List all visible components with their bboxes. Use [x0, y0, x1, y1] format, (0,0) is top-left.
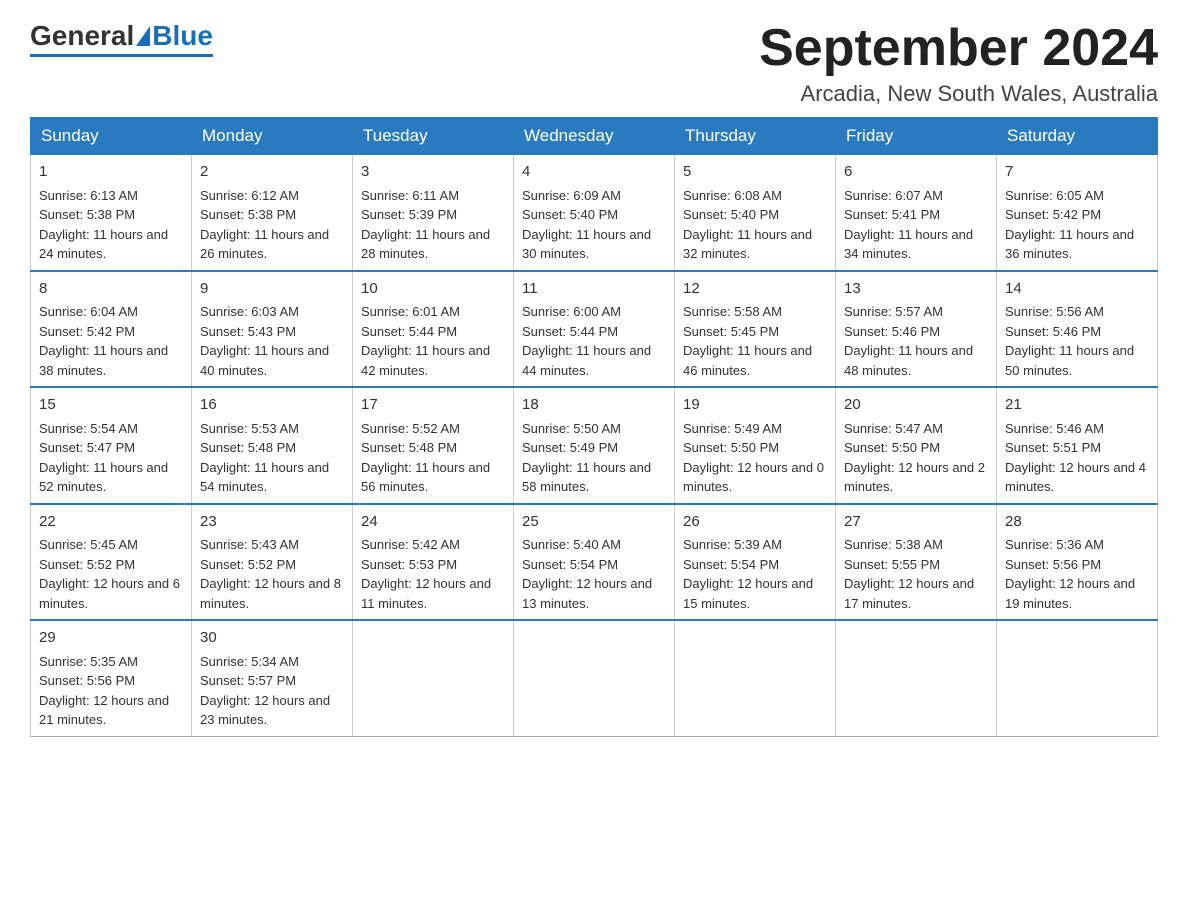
- title-section: September 2024 Arcadia, New South Wales,…: [759, 20, 1158, 107]
- calendar-cell: 14Sunrise: 5:56 AMSunset: 5:46 PMDayligh…: [997, 271, 1158, 388]
- calendar-cell: 16Sunrise: 5:53 AMSunset: 5:48 PMDayligh…: [192, 387, 353, 504]
- calendar-cell: 10Sunrise: 6:01 AMSunset: 5:44 PMDayligh…: [353, 271, 514, 388]
- day-number: 10: [361, 278, 505, 301]
- calendar-cell: 17Sunrise: 5:52 AMSunset: 5:48 PMDayligh…: [353, 387, 514, 504]
- day-number: 13: [844, 278, 988, 301]
- day-number: 9: [200, 278, 344, 301]
- logo-underline: [30, 54, 213, 57]
- calendar-cell: 25Sunrise: 5:40 AMSunset: 5:54 PMDayligh…: [514, 504, 675, 621]
- logo-blue-text: Blue: [152, 20, 213, 52]
- calendar-week-row: 1Sunrise: 6:13 AMSunset: 5:38 PMDaylight…: [31, 155, 1158, 271]
- calendar-cell: 24Sunrise: 5:42 AMSunset: 5:53 PMDayligh…: [353, 504, 514, 621]
- day-number: 14: [1005, 278, 1149, 301]
- day-of-week-header: Wednesday: [514, 118, 675, 155]
- location-subtitle: Arcadia, New South Wales, Australia: [759, 81, 1158, 107]
- day-number: 2: [200, 161, 344, 184]
- calendar-cell: 29Sunrise: 5:35 AMSunset: 5:56 PMDayligh…: [31, 620, 192, 736]
- calendar-cell: 18Sunrise: 5:50 AMSunset: 5:49 PMDayligh…: [514, 387, 675, 504]
- calendar-cell: 8Sunrise: 6:04 AMSunset: 5:42 PMDaylight…: [31, 271, 192, 388]
- calendar-week-row: 8Sunrise: 6:04 AMSunset: 5:42 PMDaylight…: [31, 271, 1158, 388]
- calendar-week-row: 22Sunrise: 5:45 AMSunset: 5:52 PMDayligh…: [31, 504, 1158, 621]
- calendar-cell: 12Sunrise: 5:58 AMSunset: 5:45 PMDayligh…: [675, 271, 836, 388]
- calendar-cell: 30Sunrise: 5:34 AMSunset: 5:57 PMDayligh…: [192, 620, 353, 736]
- calendar-cell: 28Sunrise: 5:36 AMSunset: 5:56 PMDayligh…: [997, 504, 1158, 621]
- day-number: 16: [200, 394, 344, 417]
- calendar-cell: 20Sunrise: 5:47 AMSunset: 5:50 PMDayligh…: [836, 387, 997, 504]
- day-number: 20: [844, 394, 988, 417]
- calendar-cell: [514, 620, 675, 736]
- calendar-cell: 19Sunrise: 5:49 AMSunset: 5:50 PMDayligh…: [675, 387, 836, 504]
- day-number: 11: [522, 278, 666, 301]
- day-number: 24: [361, 511, 505, 534]
- day-number: 15: [39, 394, 183, 417]
- calendar-cell: 13Sunrise: 5:57 AMSunset: 5:46 PMDayligh…: [836, 271, 997, 388]
- calendar-cell: 4Sunrise: 6:09 AMSunset: 5:40 PMDaylight…: [514, 155, 675, 271]
- calendar-cell: [353, 620, 514, 736]
- calendar-cell: 2Sunrise: 6:12 AMSunset: 5:38 PMDaylight…: [192, 155, 353, 271]
- day-number: 22: [39, 511, 183, 534]
- calendar-cell: 26Sunrise: 5:39 AMSunset: 5:54 PMDayligh…: [675, 504, 836, 621]
- calendar-cell: 27Sunrise: 5:38 AMSunset: 5:55 PMDayligh…: [836, 504, 997, 621]
- calendar-cell: 15Sunrise: 5:54 AMSunset: 5:47 PMDayligh…: [31, 387, 192, 504]
- day-number: 5: [683, 161, 827, 184]
- calendar-cell: 5Sunrise: 6:08 AMSunset: 5:40 PMDaylight…: [675, 155, 836, 271]
- day-number: 17: [361, 394, 505, 417]
- calendar-cell: [997, 620, 1158, 736]
- day-of-week-header: Monday: [192, 118, 353, 155]
- logo: General Blue: [30, 20, 213, 57]
- calendar-week-row: 15Sunrise: 5:54 AMSunset: 5:47 PMDayligh…: [31, 387, 1158, 504]
- day-number: 29: [39, 627, 183, 650]
- day-number: 1: [39, 161, 183, 184]
- day-number: 26: [683, 511, 827, 534]
- day-of-week-header: Sunday: [31, 118, 192, 155]
- calendar-cell: 6Sunrise: 6:07 AMSunset: 5:41 PMDaylight…: [836, 155, 997, 271]
- day-number: 23: [200, 511, 344, 534]
- calendar-week-row: 29Sunrise: 5:35 AMSunset: 5:56 PMDayligh…: [31, 620, 1158, 736]
- day-number: 28: [1005, 511, 1149, 534]
- day-number: 19: [683, 394, 827, 417]
- day-number: 30: [200, 627, 344, 650]
- day-of-week-header: Thursday: [675, 118, 836, 155]
- calendar-table: SundayMondayTuesdayWednesdayThursdayFrid…: [30, 117, 1158, 737]
- day-number: 25: [522, 511, 666, 534]
- calendar-cell: 21Sunrise: 5:46 AMSunset: 5:51 PMDayligh…: [997, 387, 1158, 504]
- calendar-cell: 3Sunrise: 6:11 AMSunset: 5:39 PMDaylight…: [353, 155, 514, 271]
- day-number: 3: [361, 161, 505, 184]
- day-of-week-header: Tuesday: [353, 118, 514, 155]
- day-number: 21: [1005, 394, 1149, 417]
- calendar-cell: 1Sunrise: 6:13 AMSunset: 5:38 PMDaylight…: [31, 155, 192, 271]
- day-number: 6: [844, 161, 988, 184]
- day-number: 4: [522, 161, 666, 184]
- day-number: 27: [844, 511, 988, 534]
- day-number: 7: [1005, 161, 1149, 184]
- calendar-cell: 23Sunrise: 5:43 AMSunset: 5:52 PMDayligh…: [192, 504, 353, 621]
- day-number: 12: [683, 278, 827, 301]
- calendar-cell: [675, 620, 836, 736]
- calendar-cell: 22Sunrise: 5:45 AMSunset: 5:52 PMDayligh…: [31, 504, 192, 621]
- calendar-cell: 9Sunrise: 6:03 AMSunset: 5:43 PMDaylight…: [192, 271, 353, 388]
- calendar-header-row: SundayMondayTuesdayWednesdayThursdayFrid…: [31, 118, 1158, 155]
- day-number: 18: [522, 394, 666, 417]
- day-of-week-header: Friday: [836, 118, 997, 155]
- logo-general-text: General: [30, 20, 134, 52]
- day-of-week-header: Saturday: [997, 118, 1158, 155]
- calendar-cell: [836, 620, 997, 736]
- calendar-cell: 11Sunrise: 6:00 AMSunset: 5:44 PMDayligh…: [514, 271, 675, 388]
- page-header: General Blue September 2024 Arcadia, New…: [30, 20, 1158, 107]
- month-title: September 2024: [759, 20, 1158, 77]
- calendar-cell: 7Sunrise: 6:05 AMSunset: 5:42 PMDaylight…: [997, 155, 1158, 271]
- day-number: 8: [39, 278, 183, 301]
- logo-triangle-icon: [136, 26, 150, 46]
